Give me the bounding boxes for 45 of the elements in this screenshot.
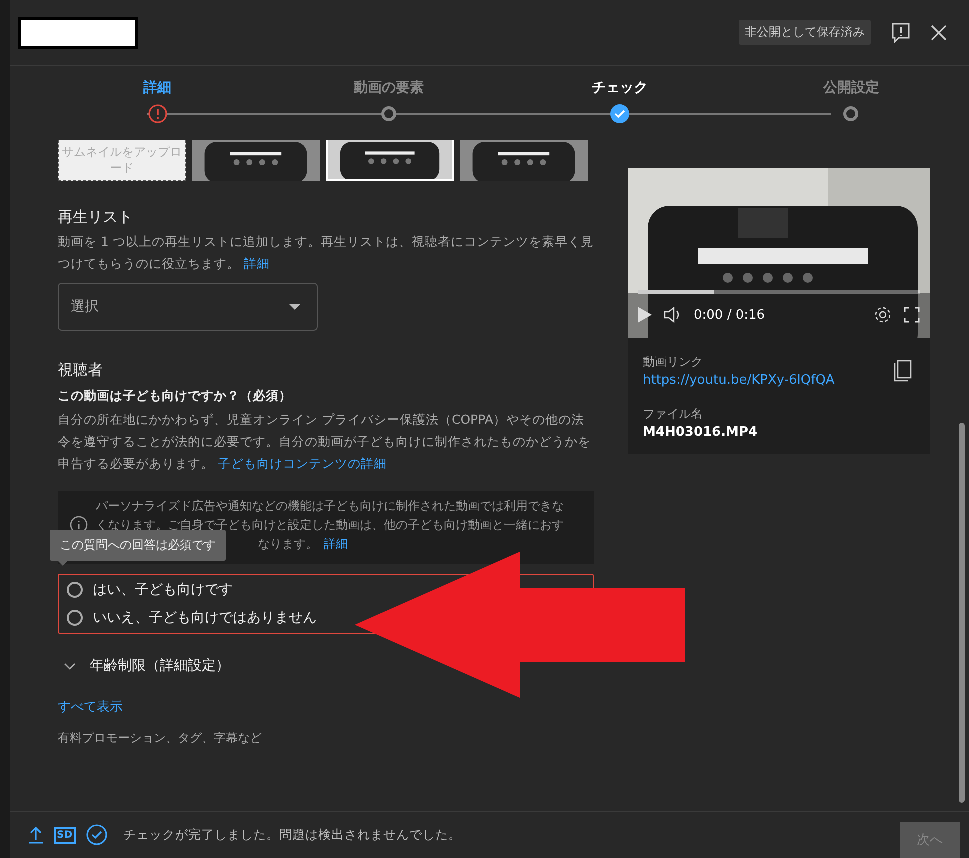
error-icon [148,104,168,124]
file-name: M4H03016.MP4 [643,425,759,440]
expand-toggle[interactable]: 年齢制限（詳細設定） [58,656,236,676]
chevron-icon [64,662,76,670]
close-icon[interactable] [931,24,947,40]
feedback-icon[interactable] [891,22,911,44]
play-icon[interactable] [638,307,652,323]
field-label: 動画リンク [643,354,704,371]
description-text: 動画を 1 つ以上の再生リストに追加します。再生リストは、視聴者にコンテンツを素早く見つけてもらうのに役立ちます。 詳細 [58,233,594,273]
step-tab[interactable]: 公開設定 [794,66,909,138]
video-time: 0:00 / 0:16 [694,308,766,322]
description-text: 有料プロモーション、タグ、字幕など [58,730,263,747]
notice-text: なります。 [258,536,318,553]
fullscreen-icon[interactable] [904,307,920,323]
save-status: 非公開として保存済み [739,20,871,45]
volume-icon[interactable] [664,307,682,323]
status-text: チェックが完了しました。問題は検出されませんでした。 [124,826,463,844]
upload-icon [28,826,44,844]
tooltip-pointer [58,561,68,566]
step-dot-icon [378,104,399,124]
section-heading: 視聴者 [58,361,104,380]
scrollbar[interactable] [959,423,965,803]
details-link[interactable]: 詳細 [244,256,270,271]
section-heading: 再生リスト [58,208,134,227]
settings-icon[interactable] [874,306,892,324]
playlist-dropdown[interactable]: 選択 [58,283,318,331]
step-dot-icon [841,104,862,124]
radio-option[interactable]: いいえ、子ども向けではありません [67,609,317,627]
caret-icon [289,304,301,310]
details-link[interactable]: 子ども向けコンテンツの詳細 [218,456,387,471]
sd-badge: SD [54,826,76,844]
description-text: 自分の所在地にかかわらず、児童オンライン プライバシー保護法（COPPA）やその他の法令を遵守することが法的に必要です。自分の動画が子ども向けに制作されたものかどうかを申告する必要があります。 子ども向けコンテンツの詳細 [58,411,592,473]
check-icon [86,824,108,846]
check-icon [610,104,630,124]
step-tab[interactable]: 詳細 [100,66,215,138]
copy-icon[interactable] [894,360,912,382]
progress-bar[interactable] [638,290,920,294]
show-all-link[interactable]: すべて表示 [58,698,123,716]
field-label: ファイル名 [643,406,704,423]
radio-option[interactable]: はい、子ども向けです [67,581,233,599]
details-link[interactable]: 詳細 [324,535,348,554]
question-text: この動画は子ども向けですか？（必須） [58,388,293,405]
step-tab[interactable]: チェック [562,66,678,138]
video-link[interactable]: https://youtu.be/KPXy-6lQfQA [643,373,835,388]
step-tab[interactable]: 動画の要素 [331,66,446,138]
